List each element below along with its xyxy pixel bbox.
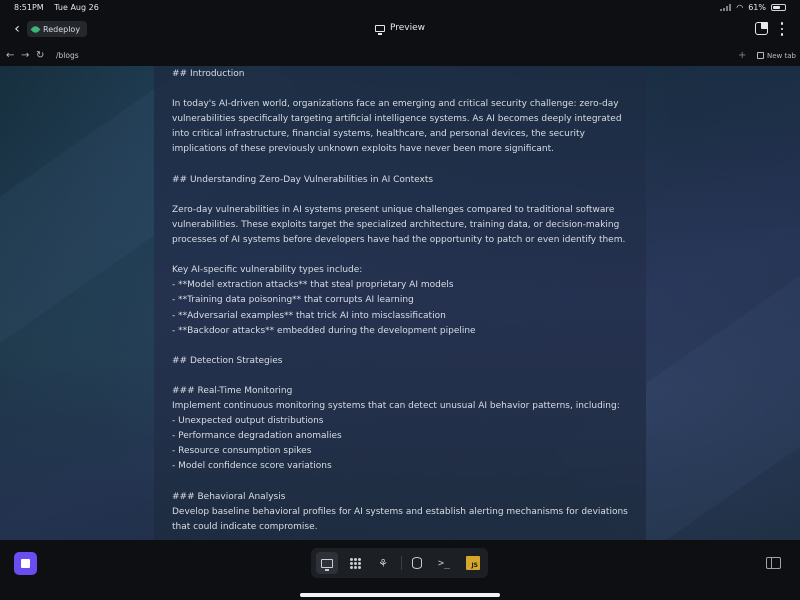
blog-line: into critical infrastructure, financial … (172, 129, 585, 140)
battery-percent: 61% (748, 2, 766, 12)
preview-area: ## Introduction In today's AI-driven worl… (0, 66, 800, 540)
status-date: Tue Aug 26 (54, 2, 99, 12)
blog-line: Key AI-specific vulnerability types incl… (172, 265, 363, 276)
blog-line: - **Backdoor attacks** embedded during t… (172, 325, 476, 336)
chevron-left-icon[interactable]: ‹ (10, 21, 24, 37)
tree-button[interactable]: ⚘ (372, 552, 394, 574)
stop-button[interactable] (14, 552, 37, 575)
blog-line (172, 188, 632, 203)
blog-line (172, 369, 632, 384)
stop-icon (21, 559, 30, 568)
redeploy-label: Redeploy (43, 24, 81, 34)
blog-content-panel[interactable]: ## Introduction In today's AI-driven worl… (154, 66, 646, 540)
blog-line: ### Behavioral Analysis (172, 491, 286, 502)
blog-line: - **Model extraction attacks** that stea… (172, 280, 454, 291)
database-icon (412, 557, 422, 569)
blog-line: Develop baseline behavioral profiles for… (172, 506, 628, 517)
app-header: ‹ Redeploy Preview (0, 16, 800, 42)
blog-line (172, 248, 632, 263)
home-indicator[interactable] (300, 593, 500, 597)
leaf-icon (30, 24, 41, 34)
tree-icon: ⚘ (378, 556, 388, 570)
blog-line: In today's AI-driven world, organization… (172, 99, 619, 110)
blog-line: implications of these previously unknown… (172, 144, 555, 155)
blog-document: ## Introduction In today's AI-driven worl… (172, 67, 632, 535)
bottom-toolbar: ⚘ >_ JS (311, 548, 488, 578)
blog-line: ## Detection Strategies (172, 355, 283, 366)
toolbar-divider (401, 556, 402, 570)
blog-line: Implement continuous monitoring systems … (172, 401, 620, 412)
plus-icon[interactable]: + (738, 47, 746, 64)
blog-line: - **Training data poisoning** that corru… (172, 295, 414, 306)
preview-tool-button[interactable] (316, 552, 338, 574)
status-left: 8:51PM Tue Aug 26 (14, 3, 107, 12)
blog-line: ## Introduction (172, 69, 245, 79)
status-right: ◠ 61% (720, 3, 786, 12)
browser-bar: ← → ↻ /blogs + New tab (0, 47, 800, 64)
blog-line (172, 475, 632, 490)
battery-fill (773, 5, 780, 9)
tabs-icon[interactable] (755, 22, 768, 35)
terminal-button[interactable]: >_ (433, 552, 455, 574)
dots-grid-icon (349, 557, 361, 569)
monitor-icon (374, 24, 385, 35)
blog-line: Zero-day vulnerabilities in AI systems p… (172, 204, 615, 215)
blog-line (172, 158, 632, 173)
preview-title: Preview (374, 23, 426, 35)
blog-line: ### Real-Time Monitoring (172, 385, 293, 396)
reload-icon[interactable]: ↻ (36, 47, 44, 64)
js-file-icon[interactable]: JS (466, 556, 480, 570)
sidebar-toggle-icon[interactable] (766, 557, 781, 569)
blog-line: ## Understanding Zero-Day Vulnerabilitie… (172, 174, 434, 185)
cellular-signal-icon (720, 3, 732, 11)
new-tab-label: New tab (767, 51, 796, 60)
wifi-icon: ◠ (736, 2, 744, 12)
preview-title-label: Preview (389, 23, 426, 33)
external-link-icon (757, 52, 764, 59)
blog-line (172, 82, 632, 97)
bottom-bar: ⚘ >_ JS (0, 540, 800, 600)
blog-line: - Unexpected output distributions (172, 416, 324, 427)
status-time: 8:51PM (14, 2, 44, 12)
dots-grid-button[interactable] (344, 552, 366, 574)
blog-line: - **Adversarial examples** that trick AI… (172, 310, 446, 321)
forward-arrow-icon[interactable]: → (21, 47, 29, 64)
back-arrow-icon[interactable]: ← (6, 47, 14, 64)
database-button[interactable] (406, 552, 428, 574)
new-tab-button[interactable]: New tab (754, 49, 799, 62)
blog-line: that could indicate compromise. (172, 521, 318, 532)
terminal-icon: >_ (437, 557, 451, 569)
monitor-icon (321, 558, 333, 571)
blog-line: - Resource consumption spikes (172, 446, 312, 457)
blog-line: processes of AI systems before developer… (172, 235, 626, 246)
status-bar: 8:51PM Tue Aug 26 ◠ 61% (0, 0, 800, 14)
blog-line: vulnerabilities. These exploits target t… (172, 219, 620, 230)
blog-line: - Model confidence score variations (172, 461, 332, 472)
redeploy-button[interactable]: Redeploy (27, 21, 88, 37)
blog-line: - Performance degradation anomalies (172, 431, 342, 442)
blog-line: vulnerabilities specifically targeting a… (172, 114, 622, 125)
url-input[interactable]: /blogs (52, 48, 732, 63)
kebab-menu-icon[interactable] (778, 21, 786, 37)
blog-line (172, 339, 632, 354)
battery-icon (771, 3, 786, 11)
